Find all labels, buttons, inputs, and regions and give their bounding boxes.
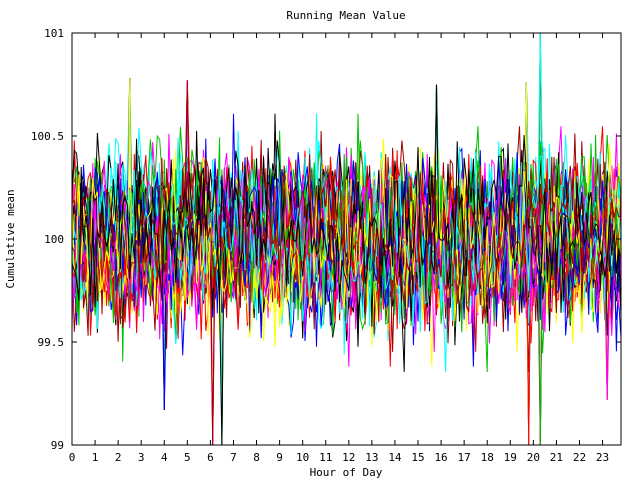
- x-tick-label: 0: [69, 451, 76, 464]
- x-tick-label: 12: [342, 451, 355, 464]
- x-tick-label: 4: [161, 451, 168, 464]
- y-axis-label: Cumulative mean: [4, 189, 17, 288]
- x-tick-label: 16: [434, 451, 447, 464]
- y-tick-label: 101: [44, 27, 64, 40]
- series-layer: [71, 32, 622, 446]
- x-tick-label: 22: [573, 451, 586, 464]
- y-tick-label: 100.5: [31, 130, 64, 143]
- y-tick-label: 100: [44, 233, 64, 246]
- x-tick-label: 14: [388, 451, 402, 464]
- chart-title: Running Mean Value: [286, 9, 405, 22]
- x-tick-label: 13: [365, 451, 378, 464]
- x-tick-label: 8: [253, 451, 260, 464]
- x-tick-label: 15: [411, 451, 424, 464]
- x-tick-label: 1: [92, 451, 99, 464]
- x-tick-label: 19: [504, 451, 517, 464]
- x-tick-label: 9: [276, 451, 283, 464]
- x-tick-label: 23: [596, 451, 609, 464]
- y-tick-label: 99.5: [38, 336, 65, 349]
- x-tick-label: 7: [230, 451, 237, 464]
- x-tick-label: 20: [527, 451, 540, 464]
- y-tick-label: 99: [51, 439, 64, 452]
- running-mean-chart: 0 1 2 3 4 5 6 7 8 9 10 11 12 13 14 15 16 17 18 19 20 21 22 2399…: [4, 9, 622, 479]
- x-tick-label: 3: [138, 451, 145, 464]
- x-tick-label: 2: [115, 451, 122, 464]
- x-tick-label: 6: [207, 451, 214, 464]
- x-tick-label: 5: [184, 451, 191, 464]
- x-tick-label: 10: [296, 451, 309, 464]
- x-tick-label: 21: [550, 451, 563, 464]
- x-tick-label: 18: [481, 451, 494, 464]
- x-tick-label: 11: [319, 451, 332, 464]
- x-axis-label: Hour of Day: [310, 466, 383, 479]
- x-tick-label: 17: [458, 451, 471, 464]
